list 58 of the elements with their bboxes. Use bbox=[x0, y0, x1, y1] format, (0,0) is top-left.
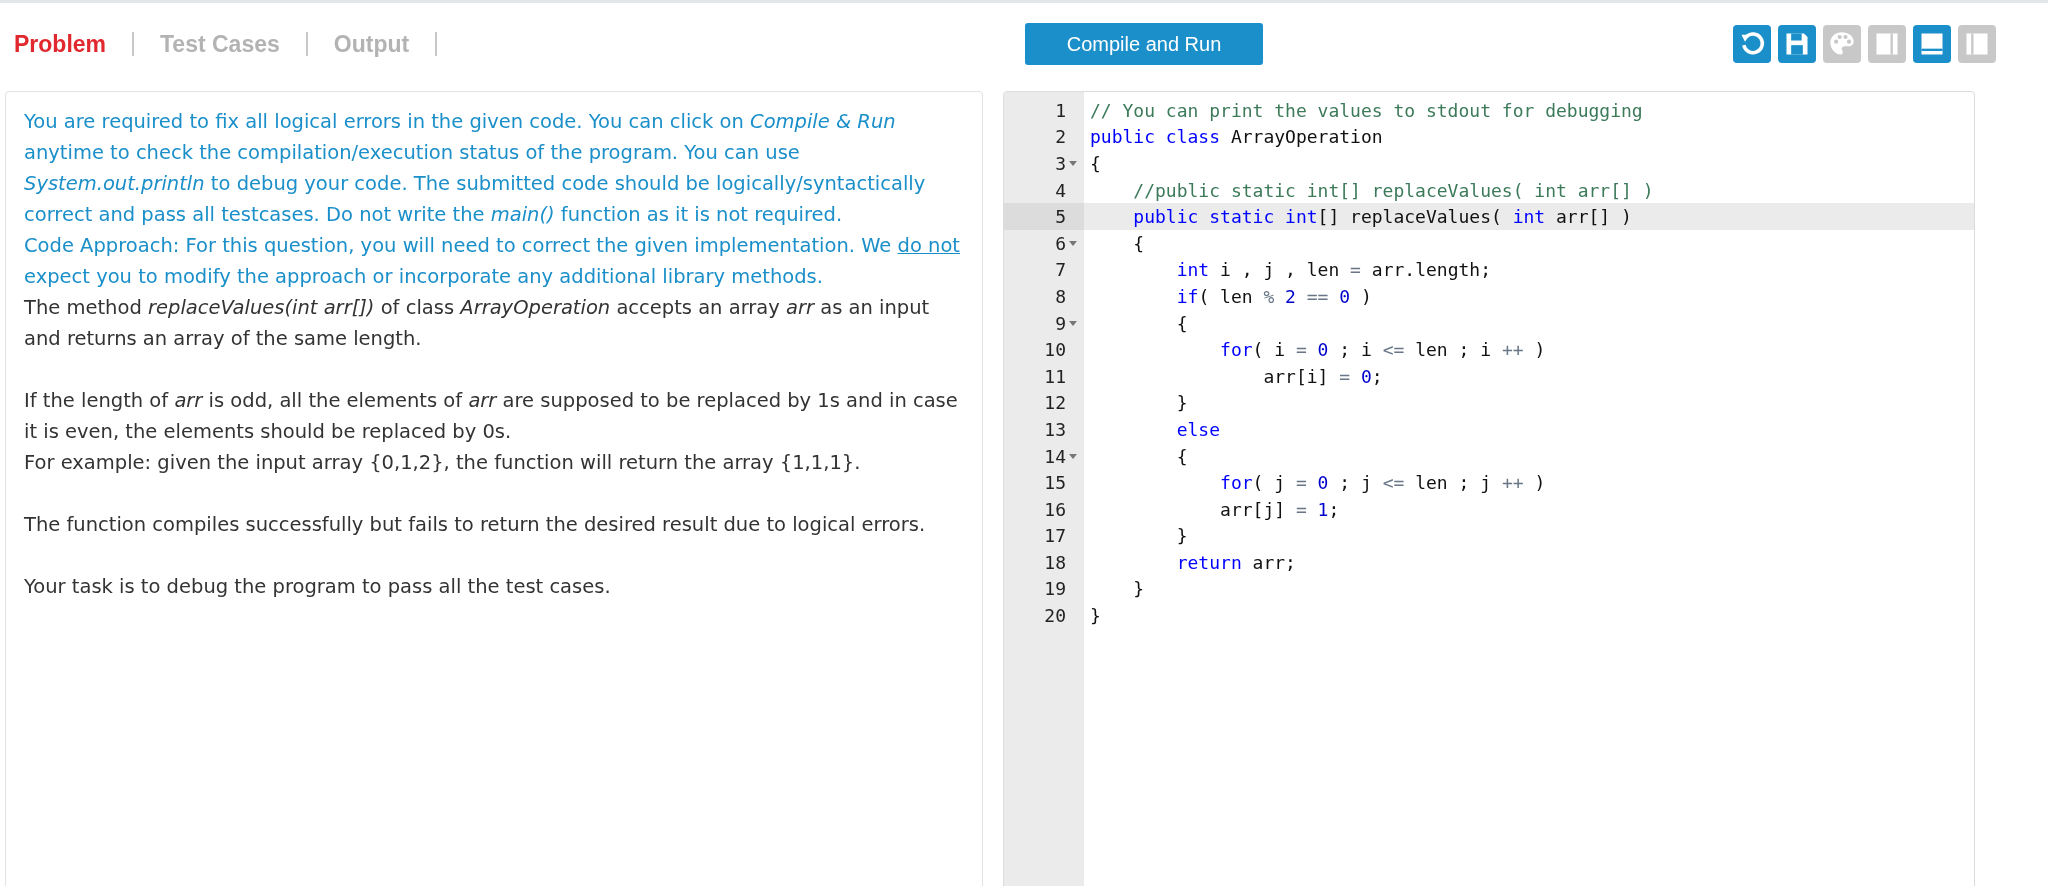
code-line: arr[j] = 1; bbox=[1219, 498, 1340, 520]
problem-text: For example: given the input array {0,1,2}, the function will return the array {1,1,1}. bbox=[24, 450, 862, 476]
code-line: { bbox=[1132, 232, 1145, 254]
line-number: 5 bbox=[1055, 206, 1066, 228]
code-line: // You can print the values to stdout for debugging bbox=[1090, 99, 1643, 121]
compile-run-button[interactable]: Compile and Run bbox=[1025, 23, 1263, 65]
line-number: 9 bbox=[1055, 312, 1066, 334]
code-line: { bbox=[1175, 312, 1188, 334]
line-number: 10 bbox=[1044, 339, 1066, 361]
line-number: 8 bbox=[1055, 285, 1066, 307]
code-line: } bbox=[1090, 605, 1101, 627]
code-line: else bbox=[1175, 418, 1221, 440]
line-number: 3 bbox=[1055, 153, 1066, 174]
problem-text: Code Approach: For this question, you will need to correct the given implementation. We do not expect you to modify the approach or incorporate any additional library methods. bbox=[24, 233, 961, 290]
undo-button[interactable] bbox=[1733, 25, 1771, 63]
problem-text: The method replaceValues(int arr[]) of class ArrayOperation accepts an array arr as an input and returns an array of the same length. bbox=[24, 295, 931, 352]
line-number: 20 bbox=[1044, 605, 1066, 627]
problem-text: Your task is to debug the program to pass all the test cases. bbox=[24, 574, 612, 600]
line-number: 7 bbox=[1055, 259, 1066, 281]
code-line: } bbox=[1175, 525, 1188, 547]
line-number: 11 bbox=[1044, 365, 1066, 387]
problem-text: You are required to fix all logical errors in the given code. You can click on Compile & Run anytime to check the compilation/execution status of the program. You can use System.out.println to debug your code. The submitted code should be logically/syntactically correct and pass all testcases. Do not write the main() function as it is not required. bbox=[24, 109, 927, 228]
line-number: 13 bbox=[1044, 418, 1066, 440]
code-line: { bbox=[1090, 153, 1101, 174]
tab[interactable]: Problem bbox=[14, 30, 107, 58]
line-number: 14 bbox=[1044, 445, 1066, 467]
fold-caret-icon[interactable] bbox=[1069, 161, 1077, 166]
code-line: { bbox=[1175, 445, 1188, 467]
line-number: 12 bbox=[1044, 392, 1066, 414]
fold-caret-icon[interactable] bbox=[1069, 453, 1077, 459]
line-number: 1 bbox=[1055, 99, 1066, 121]
line-number: 16 bbox=[1044, 498, 1066, 520]
save-button[interactable] bbox=[1778, 25, 1816, 63]
code-line: int i , j , len = arr.length; bbox=[1175, 259, 1491, 281]
code-line: arr[i] = 0; bbox=[1262, 365, 1383, 387]
problem-text: The function compiles successfully but fails to return the desired result due to logical errors. bbox=[24, 512, 927, 538]
line-number: 4 bbox=[1055, 179, 1066, 201]
fold-caret-icon[interactable] bbox=[1069, 320, 1077, 326]
code-line: for( j = 0 ; j <= len ; j ++ ) bbox=[1219, 472, 1546, 494]
line-number: 2 bbox=[1055, 126, 1066, 148]
line-number: 19 bbox=[1044, 578, 1066, 600]
line-number: 18 bbox=[1044, 551, 1066, 573]
fold-caret-icon[interactable] bbox=[1069, 240, 1077, 246]
line-number: 17 bbox=[1044, 525, 1066, 547]
line-number: 15 bbox=[1044, 472, 1066, 494]
code-line: } bbox=[1175, 392, 1188, 414]
tab[interactable]: Output bbox=[333, 30, 410, 58]
code-line: } bbox=[1132, 578, 1145, 600]
code-line: if( len % 2 == 0 ) bbox=[1175, 285, 1372, 307]
code-line: return arr; bbox=[1175, 551, 1296, 573]
code-line: for( i = 0 ; i <= len ; i ++ ) bbox=[1219, 339, 1546, 361]
problem-text: If the length of arr is odd, all the elements of arr are supposed to be replaced by 1s and in case it is even, the elements should be replaced by 0s. bbox=[24, 388, 959, 445]
tab[interactable]: Test Cases bbox=[160, 30, 280, 58]
line-number: 6 bbox=[1055, 232, 1066, 254]
code-line: //public static int[] replaceValues( int arr[] ) bbox=[1132, 179, 1654, 201]
code-line: public static int[] replaceValues( int arr[] ) bbox=[1132, 206, 1632, 228]
code-line: public class ArrayOperation bbox=[1090, 126, 1383, 148]
split-bottom-layout-button[interactable] bbox=[1913, 25, 1951, 63]
